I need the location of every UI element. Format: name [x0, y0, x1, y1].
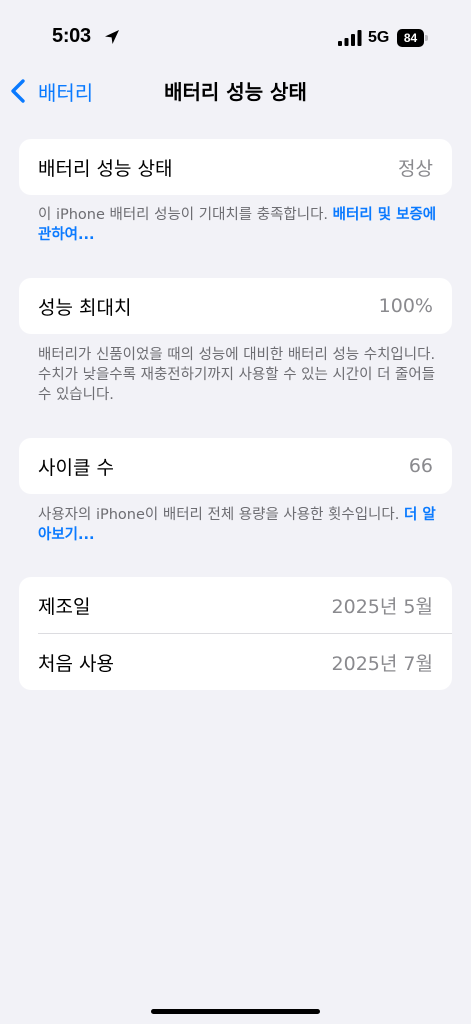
battery-health-row: 배터리 성능 상태 정상	[19, 139, 452, 195]
battery-health-note: 이 iPhone 배터리 성능이 기대치를 충족합니다. 배터리 및 보증에 관…	[38, 205, 438, 245]
maximum-capacity-card: 성능 최대치 100%	[19, 278, 452, 334]
page-title: 배터리 성능 상태	[164, 80, 307, 104]
battery-health-label: 배터리 성능 상태	[38, 157, 173, 180]
maximum-capacity-note: 배터리가 신품이었을 때의 성능에 대비한 배터리 성능 수치입니다. 수치가 …	[38, 345, 438, 405]
battery-icon: 84	[397, 29, 429, 47]
maximum-capacity-value: 100%	[378, 295, 433, 317]
first-use-value: 2025년 7월	[331, 652, 433, 675]
battery-cap	[425, 35, 428, 41]
cycle-count-row: 사이클 수 66	[19, 438, 452, 494]
cellular-signal-icon	[338, 30, 362, 46]
status-time: 5:03	[52, 25, 91, 47]
battery-health-note-text: 이 iPhone 배터리 성능이 기대치를 충족합니다.	[38, 207, 333, 223]
manufacture-date-value: 2025년 5월	[331, 595, 433, 618]
cycle-count-note: 사용자의 iPhone이 배터리 전체 용량을 사용한 횟수입니다. 더 알아보…	[38, 505, 438, 545]
network-type: 5G	[368, 29, 390, 46]
location-arrow-icon	[105, 30, 119, 44]
battery-level: 84	[397, 29, 424, 47]
first-use-label: 처음 사용	[38, 652, 114, 675]
screen: 5:03 5G 84 배터리 배터리 성능 상태 배터리 성능 상태 정상 이 …	[0, 0, 471, 1024]
cycle-count-card: 사이클 수 66	[19, 438, 452, 494]
battery-health-value: 정상	[398, 157, 433, 180]
home-indicator[interactable]	[151, 1009, 320, 1014]
maximum-capacity-label: 성능 최대치	[38, 296, 132, 319]
cycle-count-note-text: 사용자의 iPhone이 배터리 전체 용량을 사용한 횟수입니다.	[38, 507, 404, 523]
manufacture-date-label: 제조일	[38, 595, 91, 618]
cycle-count-value: 66	[408, 455, 433, 477]
battery-health-card: 배터리 성능 상태 정상	[19, 139, 452, 195]
cycle-count-label: 사이클 수	[38, 456, 114, 479]
first-use-row: 처음 사용 2025년 7월	[19, 634, 452, 690]
manufacture-date-row: 제조일 2025년 5월	[19, 577, 452, 633]
maximum-capacity-note-text: 배터리가 신품이었을 때의 성능에 대비한 배터리 성능 수치입니다. 수치가 …	[38, 347, 436, 403]
dates-card: 제조일 2025년 5월 처음 사용 2025년 7월	[19, 577, 452, 690]
status-bar: 5:03 5G 84	[0, 0, 471, 76]
maximum-capacity-row: 성능 최대치 100%	[19, 278, 452, 334]
